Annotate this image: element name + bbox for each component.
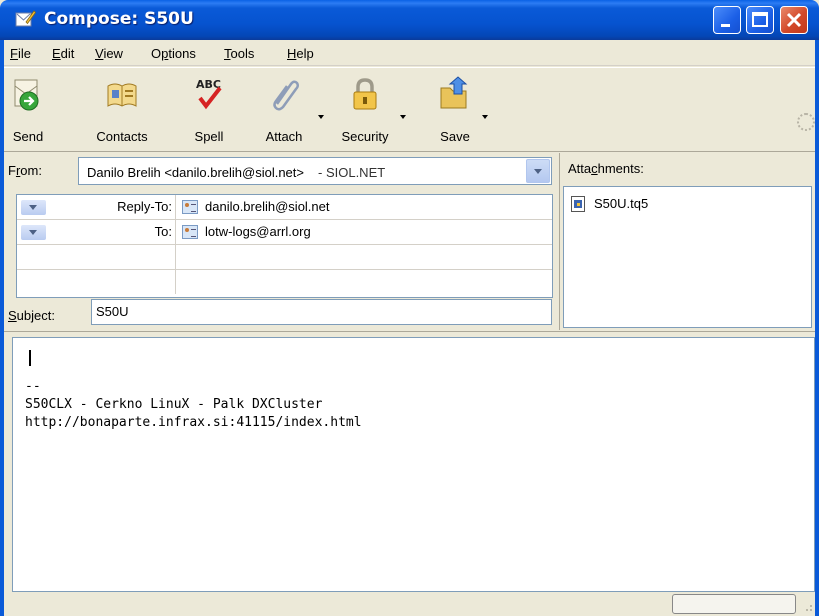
subject-input[interactable]: S50U: [91, 299, 552, 325]
text-caret: [29, 350, 31, 366]
subject-label-accel: S: [8, 308, 17, 323]
send-label: Send: [12, 129, 44, 144]
contacts-label: Contacts: [96, 129, 148, 144]
address-book-icon: [107, 83, 137, 107]
recipient-row[interactable]: Reply-To: danilo.brelih@siol.net: [17, 195, 552, 220]
from-address: Danilo Brelih <danilo.brelih@siol.net>: [87, 165, 304, 180]
spell-button[interactable]: ABC Spell: [182, 68, 236, 150]
from-value: Danilo Brelih <danilo.brelih@siol.net> - …: [87, 165, 385, 180]
message-body-editor[interactable]: -- S50CLX - Cerkno LinuX - Palk DXCluster…: [12, 337, 815, 592]
menu-edit-accel: E: [52, 46, 61, 61]
save-label: Save: [440, 129, 470, 144]
attach-dropdown-arrow[interactable]: [318, 115, 324, 119]
maximize-button[interactable]: [746, 6, 774, 34]
menu-edit[interactable]: Edit: [52, 46, 74, 61]
recipients-list[interactable]: Reply-To: danilo.brelih@siol.net To: lot…: [16, 194, 553, 298]
signature: -- S50CLX - Cerkno LinuX - Palk DXCluster…: [25, 378, 362, 432]
chevron-down-icon[interactable]: [526, 159, 550, 183]
subject-label: Subject:: [8, 308, 55, 323]
contact-card-icon: [182, 225, 198, 239]
recipient-address[interactable]: lotw-logs@arrl.org: [205, 224, 311, 239]
contacts-button[interactable]: Contacts: [84, 68, 160, 150]
signature-link[interactable]: http://bonaparte.infrax.si:41115/index.h…: [25, 414, 362, 432]
attachment-item[interactable]: S50U.tq5: [594, 196, 648, 211]
recipient-type-label: Reply-To:: [117, 199, 172, 214]
spellcheck-icon: ABC: [196, 78, 222, 110]
security-dropdown-arrow[interactable]: [400, 115, 406, 119]
status-bar: [4, 592, 815, 616]
toolbar: Send Contacts ABC Spell Attach Security: [4, 67, 815, 152]
save-button[interactable]: Save: [432, 68, 478, 150]
from-account: - SIOL.NET: [318, 165, 386, 180]
resize-grip-icon[interactable]: [801, 598, 813, 612]
recipient-row-empty[interactable]: [17, 270, 552, 295]
menu-view-label: iew: [103, 46, 123, 61]
file-icon: [571, 196, 585, 212]
subject-label-suffix: ubject:: [16, 308, 55, 323]
recipient-type-cell: [17, 245, 176, 269]
menu-file-accel: F: [10, 46, 18, 61]
from-label: From:: [8, 163, 42, 178]
chevron-down-icon[interactable]: [21, 200, 46, 215]
menu-help-accel: H: [287, 46, 297, 61]
attach-button[interactable]: Attach: [254, 68, 314, 150]
from-label-suffix: om:: [20, 163, 42, 178]
from-account-select[interactable]: Danilo Brelih <danilo.brelih@siol.net> - …: [78, 157, 552, 185]
lock-icon: [353, 78, 377, 110]
recipient-row[interactable]: To: lotw-logs@arrl.org: [17, 220, 552, 245]
from-label-prefix: F: [8, 163, 16, 178]
menu-options-prefix: O: [151, 46, 162, 61]
menu-help-label: elp: [296, 46, 314, 61]
menu-tools-label: ools: [230, 46, 255, 61]
window-title: Compose: S50U: [44, 9, 194, 29]
save-folder-icon: [440, 76, 468, 109]
send-button[interactable]: Send: [4, 68, 52, 150]
minimize-icon: [721, 24, 730, 27]
menu-file[interactable]: File: [10, 46, 31, 61]
recipient-type-label: To:: [154, 224, 172, 239]
attachments-list[interactable]: S50U.tq5: [563, 186, 812, 328]
window-frame-right: [815, 40, 819, 616]
title-bar[interactable]: Compose: S50U: [0, 0, 819, 40]
spell-label: Spell: [194, 129, 224, 144]
menu-options[interactable]: Options: [151, 46, 196, 61]
send-icon: [14, 79, 39, 111]
attach-label: Attach: [265, 129, 303, 144]
menu-help[interactable]: Help: [287, 46, 314, 61]
recipient-type-select[interactable]: To:: [17, 220, 176, 244]
menu-options-label: tions: [168, 46, 196, 61]
save-dropdown-arrow[interactable]: [482, 115, 488, 119]
activity-throbber-icon: [797, 113, 815, 131]
attachments-label-prefix: Atta: [568, 161, 592, 176]
address-area: From: Danilo Brelih <danilo.brelih@siol.…: [4, 153, 557, 330]
security-button[interactable]: Security: [328, 68, 402, 150]
maximize-icon: [752, 12, 768, 27]
recipient-row-empty[interactable]: [17, 245, 552, 270]
chevron-down-icon[interactable]: [21, 225, 46, 240]
minimize-button[interactable]: [713, 6, 741, 34]
close-button[interactable]: [780, 6, 808, 34]
attachments-label: Attachments:: [568, 161, 644, 176]
security-label: Security: [341, 129, 389, 144]
menu-edit-label: dit: [60, 46, 75, 61]
compose-icon: [15, 10, 36, 27]
menu-view[interactable]: View: [95, 46, 123, 61]
menu-bar: File Edit View Options Tools Help: [4, 40, 815, 66]
recipient-type-select[interactable]: Reply-To:: [17, 195, 176, 219]
signature-separator: --: [25, 379, 41, 394]
status-progress-panel: [672, 594, 796, 614]
attachments-pane: Attachments: S50U.tq5: [559, 153, 815, 330]
menu-file-label: ile: [17, 46, 31, 61]
recipient-type-cell: [17, 270, 176, 294]
menu-tools[interactable]: Tools: [224, 46, 254, 61]
paperclip-icon: [273, 80, 300, 111]
signature-line: S50CLX - Cerkno LinuX - Palk DXCluster: [25, 397, 323, 412]
attachments-label-suffix: hments:: [597, 161, 644, 176]
recipient-address[interactable]: danilo.brelih@siol.net: [205, 199, 330, 214]
close-icon: [786, 12, 802, 28]
contact-card-icon: [182, 200, 198, 214]
